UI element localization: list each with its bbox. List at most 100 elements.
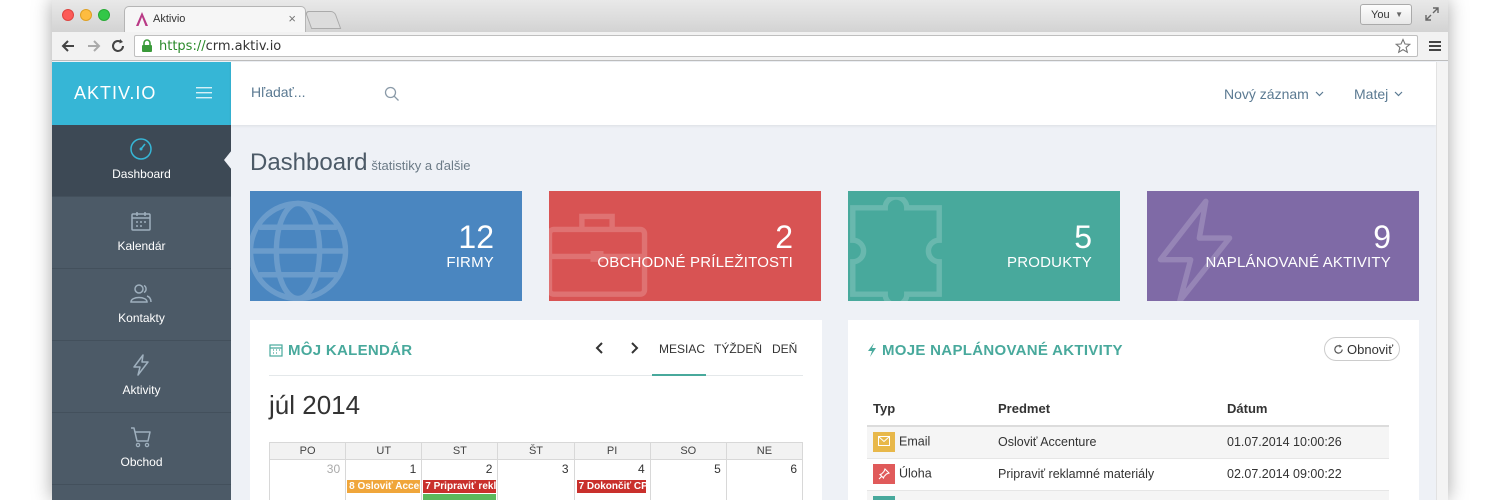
chevron-right-icon[interactable] xyxy=(628,342,640,354)
stat-value: 12 xyxy=(458,219,494,255)
weekday-header: SO xyxy=(649,442,727,460)
calendar-title-text: MÔJ KALENDÁR xyxy=(288,342,413,359)
page-scrollbar[interactable] xyxy=(1436,62,1448,500)
calendar-event[interactable]: 7 Dokončiť CP xyxy=(576,480,646,493)
chevron-down-icon xyxy=(1315,91,1324,97)
address-bar[interactable]: https://crm.aktiv.io xyxy=(134,35,1418,57)
activity-date: 01.07.2014 10:00:26 xyxy=(1221,426,1389,459)
hamburger-menu-icon[interactable] xyxy=(196,86,212,100)
envelope-icon xyxy=(873,432,895,453)
profile-button[interactable]: You ▼ xyxy=(1360,4,1412,25)
pin-icon xyxy=(873,464,895,484)
day-number: 5 xyxy=(714,462,721,476)
activity-date xyxy=(1221,490,1389,500)
stat-label: FIRMY xyxy=(446,254,494,271)
lightning-icon xyxy=(133,354,149,376)
stat-label: NAPLÁNOVANÉ AKTIVITY xyxy=(1205,254,1391,271)
activity-subject[interactable]: Pripraviť reklamné materiály xyxy=(992,458,1221,491)
stat-tile-opportunities[interactable]: 2 OBCHODNÉ PRÍLEŽITOSTI xyxy=(549,191,821,301)
search-input[interactable] xyxy=(251,84,381,100)
stat-tile-planned-activities[interactable]: 9 NAPLÁNOVANÉ AKTIVITY xyxy=(1147,191,1419,301)
table-row[interactable]: Email Osloviť Accenture 01.07.2014 10:00… xyxy=(867,426,1389,459)
tab-week[interactable]: TÝŽDEŇ xyxy=(714,342,762,356)
url-host: crm.aktiv.io xyxy=(205,39,282,54)
bookmark-star-icon[interactable] xyxy=(1395,38,1411,54)
activity-type: Úloha xyxy=(899,466,932,481)
lightning-icon xyxy=(868,343,876,357)
sidebar-item-dashboard[interactable]: Dashboard xyxy=(52,125,232,197)
table-header-row: Typ Predmet Dátum xyxy=(867,392,1389,427)
browser-tab-aktivio[interactable]: Aktivio × xyxy=(124,6,306,32)
activities-panel: MOJE NAPLÁNOVANÉ AKTIVITY Obnoviť Typ Pr… xyxy=(848,320,1419,500)
stat-tile-firms[interactable]: 12 FIRMY xyxy=(250,191,522,301)
weekday-header: PI xyxy=(573,442,651,460)
tab-close-icon[interactable]: × xyxy=(288,11,296,26)
calendar-week-row: 30 1 8 Osloviť Accenture 2 7 Pripraviť r… xyxy=(268,459,804,500)
brand-logo[interactable]: AKTIV.IO xyxy=(74,83,156,104)
weekday-header-row: PO UT ST ŠT PI SO NE xyxy=(268,442,804,460)
activity-date: 02.07.2014 09:00:22 xyxy=(1221,458,1389,491)
activity-type: Email xyxy=(899,434,931,449)
calendar-event-partial[interactable] xyxy=(423,494,497,500)
sidebar-item-business[interactable]: Obchod xyxy=(52,413,231,485)
activity-subject[interactable] xyxy=(992,490,1221,500)
table-row-partial[interactable] xyxy=(867,490,1389,500)
minimize-window-button[interactable] xyxy=(80,9,92,21)
chevron-left-icon[interactable] xyxy=(594,342,606,354)
weekday-header: ST xyxy=(421,442,499,460)
maximize-window-button[interactable] xyxy=(98,9,110,21)
close-window-button[interactable] xyxy=(62,9,74,21)
new-tab-button[interactable] xyxy=(304,11,342,29)
day-number: 2 xyxy=(485,462,493,476)
search-icon[interactable] xyxy=(384,86,400,102)
calendar-event[interactable]: 7 Pripraviť rekl. xyxy=(423,480,497,493)
calendar-event[interactable]: 8 Osloviť Accenture xyxy=(347,480,421,493)
page-title: Dashboard štatistiky a ďalšie xyxy=(250,149,470,177)
stat-label: PRODUKTY xyxy=(1007,254,1092,271)
contacts-icon xyxy=(130,284,152,303)
browser-menu-icon[interactable] xyxy=(1428,39,1442,53)
activities-panel-title: MOJE NAPLÁNOVANÉ AKTIVITY xyxy=(867,342,1123,359)
day-number: 6 xyxy=(790,462,797,476)
top-navbar: Nový záznam Matej xyxy=(231,62,1436,125)
refresh-button[interactable]: Obnoviť xyxy=(1324,337,1400,361)
fullscreen-icon[interactable] xyxy=(1424,6,1440,22)
briefcase-icon xyxy=(549,213,648,297)
calendar-day-cell[interactable]: 2 7 Pripraviť rekl. xyxy=(421,459,499,500)
activity-type-cell xyxy=(867,490,992,500)
user-menu-dropdown[interactable]: Matej xyxy=(1354,86,1403,102)
activity-subject[interactable]: Osloviť Accenture xyxy=(992,426,1221,459)
tab-month[interactable]: MESIAC xyxy=(659,342,705,356)
chevron-down-icon xyxy=(1394,91,1403,97)
stat-value: 2 xyxy=(775,219,793,255)
url-text: https://crm.aktiv.io xyxy=(159,39,281,54)
globe-icon xyxy=(250,200,349,301)
divider xyxy=(269,375,803,376)
forward-arrow-icon[interactable] xyxy=(86,38,102,54)
sidebar-item-contacts[interactable]: Kontakty xyxy=(52,269,231,341)
calendar-day-cell[interactable]: 5 xyxy=(649,459,727,500)
calendar-day-cell[interactable]: 3 xyxy=(497,459,575,500)
stat-tile-products[interactable]: 5 PRODUKTY xyxy=(848,191,1120,301)
stat-value: 9 xyxy=(1373,219,1391,255)
table-row[interactable]: Úloha Pripraviť reklamné materiály 02.07… xyxy=(867,458,1389,491)
url-scheme: https:// xyxy=(159,39,206,54)
activities-title-text: MOJE NAPLÁNOVANÉ AKTIVITY xyxy=(882,342,1123,359)
chevron-down-icon: ▼ xyxy=(1395,10,1403,19)
calendar-day-cell[interactable]: 6 xyxy=(725,459,804,500)
reload-icon[interactable] xyxy=(110,38,126,54)
back-arrow-icon[interactable] xyxy=(60,38,76,54)
calendar-day-cell[interactable]: 4 7 Dokončiť CP xyxy=(573,459,651,500)
calendar-day-cell[interactable]: 1 8 Osloviť Accenture xyxy=(345,459,423,500)
sidebar-item-activities[interactable]: Aktivity xyxy=(52,341,231,413)
weekday-header: PO xyxy=(268,442,347,460)
page-subtitle: štatistiky a ďalšie xyxy=(371,158,471,173)
day-number: 1 xyxy=(409,462,417,476)
calendar-day-cell[interactable]: 30 xyxy=(268,459,347,500)
new-record-dropdown[interactable]: Nový záznam xyxy=(1224,86,1324,102)
sidebar-item-label: Kalendár xyxy=(117,239,166,253)
active-tab-underline xyxy=(652,374,706,376)
tab-day[interactable]: DEŇ xyxy=(772,342,797,356)
user-name: Matej xyxy=(1354,86,1389,102)
sidebar-item-calendar[interactable]: Kalendár xyxy=(52,197,231,269)
